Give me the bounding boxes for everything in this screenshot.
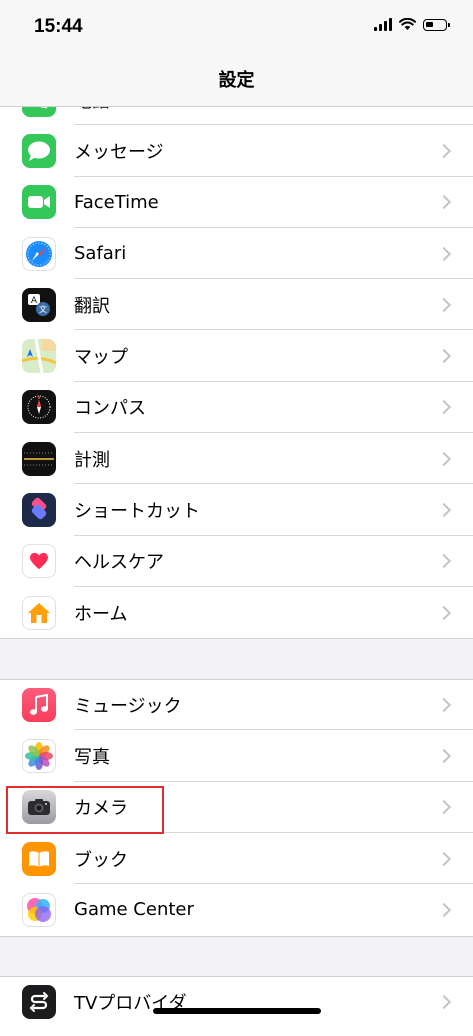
page-title: 設定: [218, 70, 255, 91]
svg-text:文: 文: [39, 304, 47, 314]
settings-row-label: Safari: [74, 243, 127, 265]
measure-icon: [22, 441, 56, 476]
wifi-icon: [399, 18, 416, 30]
books-icon: [22, 841, 56, 876]
health-icon: [22, 544, 56, 579]
facetime-icon: [22, 185, 56, 220]
battery-icon: [423, 18, 450, 31]
chevron-right-icon: [436, 605, 452, 620]
chevron-right-icon: [436, 800, 452, 815]
home-indicator[interactable]: [153, 1008, 321, 1014]
settings-row-messages[interactable]: メッセージ: [0, 125, 473, 177]
settings-row-label: 計測: [74, 449, 110, 471]
settings-row-safari[interactable]: Safari: [0, 228, 473, 280]
settings-row-translate[interactable]: A文 翻訳: [0, 279, 473, 331]
chevron-right-icon: [436, 994, 452, 1010]
tv-provider-icon: [22, 985, 56, 1019]
settings-row-label: ヘルスケア: [74, 552, 164, 574]
group-divider: [0, 936, 473, 937]
settings-row-label: 写真: [74, 746, 110, 768]
chevron-right-icon: [436, 902, 452, 917]
settings-row-label: 翻訳: [74, 295, 110, 317]
settings-row-label: コンパス: [74, 398, 146, 420]
home-icon: [22, 595, 56, 630]
chevron-right-icon: [436, 400, 452, 415]
compass-icon: [22, 390, 56, 425]
settings-group-tv: TVプロバイダ: [0, 976, 473, 1036]
chevron-right-icon: [436, 502, 452, 518]
shortcuts-icon: [22, 493, 56, 528]
status-bar: 15:44: [0, 0, 473, 56]
messages-icon: [22, 133, 56, 168]
navigation-bar: 設定: [0, 56, 473, 107]
settings-row-label: ホーム: [74, 603, 128, 625]
chevron-right-icon: [436, 143, 452, 159]
chevron-right-icon: [436, 697, 452, 712]
settings-row-facetime[interactable]: FaceTime: [0, 177, 473, 228]
settings-row-music[interactable]: ミュージック: [0, 679, 473, 731]
settings-row-label: メッセージ: [74, 141, 164, 163]
chevron-right-icon: [436, 246, 452, 261]
settings-row-label: マップ: [74, 347, 128, 369]
svg-text:A: A: [31, 296, 38, 306]
chevron-right-icon: [436, 451, 452, 466]
maps-icon: [22, 339, 56, 374]
settings-row-books[interactable]: ブック: [0, 833, 473, 885]
safari-icon: [22, 236, 56, 271]
settings-row-home[interactable]: ホーム: [0, 587, 473, 638]
settings-list: 電話 メッセージ FaceTime Safari: [0, 0, 473, 1036]
group-divider: [0, 638, 473, 639]
settings-row-label: ミュージック: [74, 695, 182, 717]
settings-row-measure[interactable]: 計測: [0, 433, 473, 485]
chevron-right-icon: [436, 748, 452, 764]
cellular-signal-icon: [374, 18, 392, 31]
settings-row-shortcuts[interactable]: ショートカット: [0, 484, 473, 536]
photos-icon: [22, 738, 56, 773]
chevron-right-icon: [436, 851, 452, 866]
settings-row-label: FaceTime: [74, 191, 159, 213]
highlight-box: [6, 786, 164, 834]
settings-row-health[interactable]: ヘルスケア: [0, 536, 473, 587]
chevron-right-icon: [436, 349, 452, 364]
chevron-right-icon: [436, 554, 452, 569]
settings-row-game-center[interactable]: Game Center: [0, 884, 473, 935]
music-icon: [22, 687, 56, 722]
settings-row-tv-provider[interactable]: TVプロバイダ: [0, 976, 473, 1028]
settings-row-label: ブック: [74, 849, 128, 871]
status-icons: [374, 18, 450, 31]
game-center-icon: [22, 892, 56, 927]
settings-row-maps[interactable]: マップ: [0, 330, 473, 382]
chevron-right-icon: [436, 297, 452, 312]
chevron-right-icon: [436, 195, 452, 210]
settings-row-compass[interactable]: コンパス: [0, 382, 473, 434]
settings-group-apps: 電話 メッセージ FaceTime Safari: [0, 74, 473, 639]
settings-row-photos[interactable]: 写真: [0, 730, 473, 782]
status-time: 15:44: [34, 16, 83, 37]
translate-icon: A文: [22, 287, 56, 322]
settings-row-label: Game Center: [74, 899, 194, 921]
settings-row-label: ショートカット: [74, 501, 200, 523]
